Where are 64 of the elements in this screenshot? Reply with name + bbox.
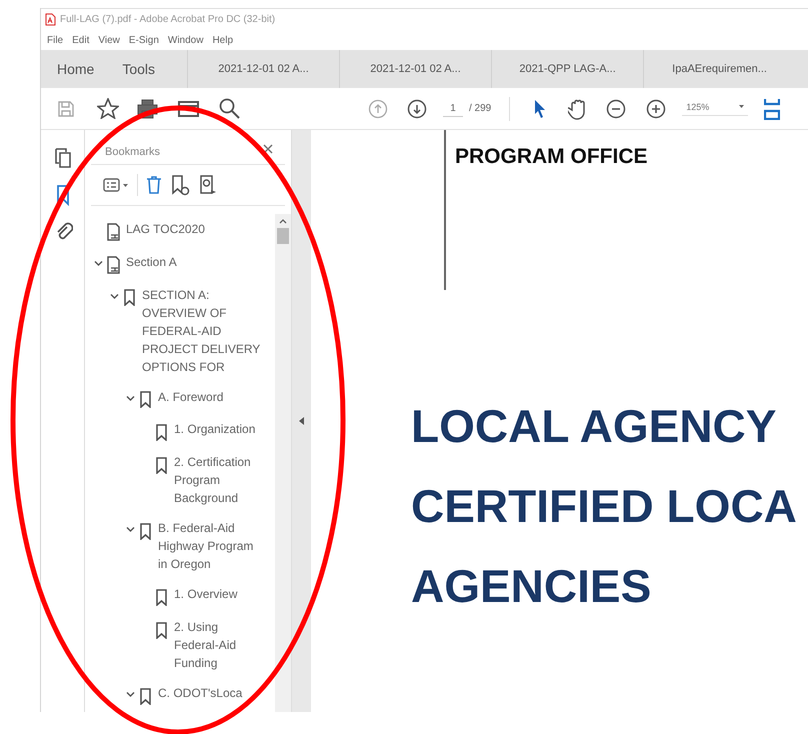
bookmark-icon <box>138 522 153 540</box>
bookmark-icon <box>154 588 169 606</box>
zoom-dropdown[interactable]: 125% <box>682 101 748 116</box>
document-title: LOCAL AGENCY <box>411 400 776 452</box>
bookmark-item[interactable]: SECTION A: OVERVIEW OF FEDERAL-AID PROJECT DELIVERY OPTIONS FOR <box>142 286 275 376</box>
panel-title: Bookmarks <box>105 145 160 160</box>
collapse-chevron-icon[interactable] <box>110 292 118 301</box>
bookmark-item[interactable]: 2. Using Federal-Aid Funding <box>174 618 275 672</box>
collapse-chevron-icon[interactable] <box>126 394 134 403</box>
collapse-chevron-icon[interactable] <box>126 690 134 700</box>
page-icon <box>106 222 121 241</box>
bookmark-icon <box>154 423 169 442</box>
zoom-in-icon[interactable] <box>646 98 666 118</box>
bookmark-item[interactable]: 2. Certification Program Background <box>174 453 275 508</box>
menu-item[interactable]: View <box>98 32 120 48</box>
scrollbar[interactable] <box>275 214 291 712</box>
bookmark-icon <box>122 288 137 306</box>
document-tab[interactable]: 2021-QPP LAG-A... <box>491 50 644 88</box>
document-title: AGENCIES <box>411 560 652 612</box>
bookmark-page-icon[interactable] <box>198 174 218 196</box>
search-icon[interactable] <box>219 98 240 119</box>
nav-tab[interactable]: Home <box>41 50 108 88</box>
bookmark-item[interactable]: 1. Organization <box>174 420 275 438</box>
next-page-icon[interactable] <box>407 98 427 118</box>
delete-icon[interactable] <box>146 175 162 195</box>
menu-item[interactable]: E-Sign <box>128 32 159 48</box>
collapse-chevron-icon[interactable] <box>126 525 134 534</box>
window-title: Full-LAG (7).pdf - Adobe Acrobat Pro DC (32-bit) <box>60 13 276 27</box>
page-number-field[interactable]: 1 <box>443 100 463 116</box>
pdf-icon <box>45 13 56 26</box>
nav-tab[interactable]: Tools <box>108 50 170 88</box>
scrollbar-thumb[interactable] <box>277 228 289 244</box>
document-tab[interactable]: 2021-12-01 02 A... <box>187 50 340 88</box>
bookmark-item[interactable]: B. Federal-Aid Highway Program in Oregon <box>158 519 275 574</box>
page-total: / 299 <box>469 102 492 116</box>
bookmark-icon <box>154 456 169 474</box>
pages-icon[interactable] <box>52 148 72 170</box>
close-icon[interactable] <box>263 144 273 154</box>
document-tab[interactable]: 2021-12-01 02 A... <box>339 50 492 88</box>
bookmark-item[interactable]: C. ODOT'sLoca <box>158 684 275 702</box>
menu-item[interactable]: Edit <box>72 32 90 48</box>
bookmark-icon <box>154 620 169 639</box>
bookmark-item[interactable]: Section A <box>126 252 275 271</box>
bookmark-item[interactable]: 1. Overview <box>174 585 275 604</box>
fit-page-icon[interactable] <box>764 98 780 120</box>
document-heading: PROGRAM OFFICE <box>454 144 648 170</box>
zoom-out-icon[interactable] <box>606 98 626 118</box>
bookmark-item[interactable]: LAG TOC2020 <box>126 220 275 238</box>
bookmark-icon <box>138 686 153 705</box>
bookmark-icon <box>138 390 153 408</box>
document-title: CERTIFIED LOCA <box>411 480 797 532</box>
cursor-icon[interactable] <box>534 99 546 118</box>
menu-item[interactable]: File <box>47 32 64 48</box>
bookmark-item[interactable]: A. Foreword <box>158 388 275 406</box>
menu-item[interactable]: Window <box>168 32 204 48</box>
collapse-chevron-icon[interactable] <box>94 258 102 268</box>
collapse-arrow-icon[interactable] <box>299 417 304 425</box>
options-icon[interactable] <box>103 177 129 193</box>
page-icon <box>106 256 121 274</box>
document-tab[interactable]: IpaAErequiremen... <box>643 50 796 88</box>
star-icon[interactable] <box>97 98 119 119</box>
new-bookmark-icon[interactable] <box>170 174 190 196</box>
scroll-up-icon[interactable] <box>279 218 287 224</box>
menu-item[interactable]: Help <box>212 32 234 48</box>
